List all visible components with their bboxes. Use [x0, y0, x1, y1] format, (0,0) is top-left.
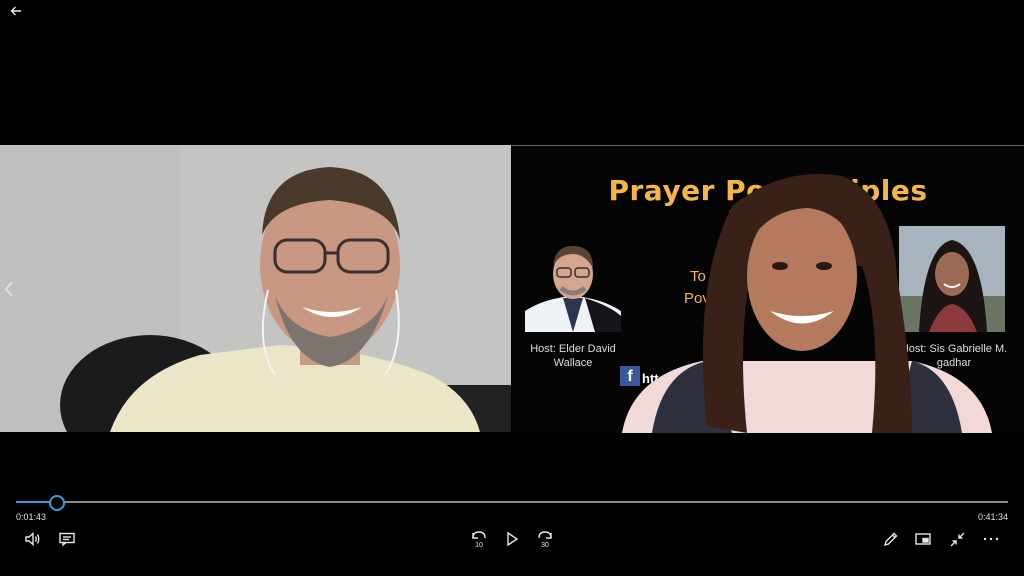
skip-forward-button[interactable]: 30: [533, 528, 557, 550]
previous-button[interactable]: [0, 278, 18, 300]
volume-button[interactable]: [22, 529, 44, 549]
forward-seconds: 30: [541, 542, 549, 549]
arrow-left-icon: [10, 6, 21, 16]
volume-icon: [25, 532, 40, 546]
play-button[interactable]: [501, 528, 523, 550]
exit-fullscreen-icon: [950, 532, 964, 546]
participant-left-image: [0, 145, 511, 432]
chevron-left-icon: [5, 281, 13, 297]
mini-view-icon: [915, 533, 931, 545]
participant-video-right: [622, 174, 992, 433]
participant-video-left: [0, 145, 511, 432]
presentation-slide: Prayer Pow inciples "Pray without 17 Hos…: [512, 145, 1024, 433]
mini-view-button[interactable]: [912, 529, 934, 549]
pen-icon: [883, 532, 897, 546]
more-icon: [983, 537, 999, 541]
edit-button[interactable]: [879, 529, 901, 549]
host-photo-left: [525, 236, 621, 332]
captions-button[interactable]: [56, 529, 78, 549]
exit-fullscreen-button[interactable]: [946, 529, 968, 549]
skip-back-10-icon: 10: [472, 531, 486, 549]
total-time: 0:41:34: [977, 512, 1008, 522]
play-icon: [507, 532, 518, 546]
seek-bar-thumb[interactable]: [49, 495, 65, 511]
current-time: 0:01:43: [16, 512, 47, 522]
captions-icon: [59, 532, 75, 546]
more-button[interactable]: [980, 529, 1002, 549]
rewind-seconds: 10: [475, 542, 483, 549]
back-button[interactable]: [6, 2, 26, 20]
seek-bar[interactable]: [16, 501, 1008, 503]
skip-back-button[interactable]: 10: [467, 528, 491, 550]
skip-forward-30-icon: 30: [538, 531, 552, 549]
